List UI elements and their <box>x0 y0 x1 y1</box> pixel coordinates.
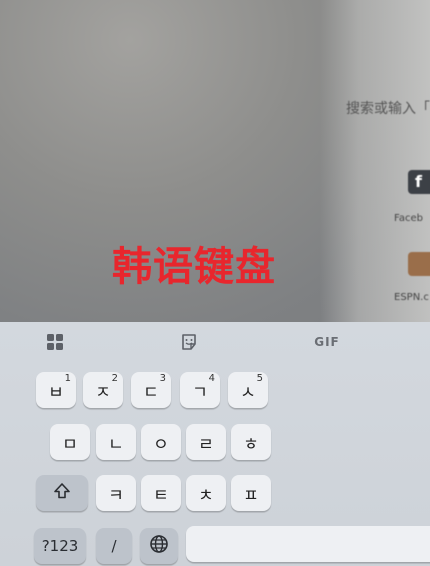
key-char: ㅋ <box>108 485 124 506</box>
key-jieut[interactable]: ㅈ 2 <box>83 372 123 408</box>
key-chieut[interactable]: ㅊ <box>186 475 226 511</box>
facebook-icon[interactable]: f <box>408 170 430 194</box>
key-char: ㅍ <box>243 485 259 506</box>
shift-icon <box>53 482 71 505</box>
keyboard-toolbar: GIF <box>0 322 430 362</box>
key-char: ㄴ <box>108 434 124 455</box>
key-number-hint: 4 <box>208 373 215 384</box>
space-key[interactable] <box>186 526 430 562</box>
key-char: ㄷ <box>143 382 159 403</box>
slash-label: / <box>111 537 117 555</box>
key-char: ㅌ <box>153 485 169 506</box>
key-char: ㅈ <box>95 382 111 403</box>
key-char: ㅅ <box>240 382 256 403</box>
key-number-hint: 5 <box>256 373 263 384</box>
key-mieum[interactable]: ㅁ <box>50 424 90 460</box>
key-siot[interactable]: ㅅ 5 <box>228 372 268 408</box>
key-char: ㅂ <box>48 382 64 403</box>
key-char: ㅇ <box>153 434 169 455</box>
globe-icon <box>149 534 169 559</box>
key-rieul[interactable]: ㄹ <box>186 424 226 460</box>
key-kieuk[interactable]: ㅋ <box>96 475 136 511</box>
key-number-hint: 3 <box>159 373 166 384</box>
key-nieun[interactable]: ㄴ <box>96 424 136 460</box>
key-number-hint: 1 <box>64 373 71 384</box>
grid-apps-icon[interactable] <box>42 330 68 354</box>
espn-icon[interactable] <box>408 252 430 276</box>
sticker-icon[interactable] <box>176 330 202 354</box>
shift-key[interactable] <box>36 475 88 511</box>
gif-button[interactable]: GIF <box>306 330 348 354</box>
key-char: ㅊ <box>198 485 214 506</box>
key-tieut[interactable]: ㅌ <box>141 475 181 511</box>
site-label-espn: ESPN.c <box>394 292 429 303</box>
key-char: ㄱ <box>192 382 208 403</box>
key-char: ㅎ <box>243 434 259 455</box>
key-bieup[interactable]: ㅂ 1 <box>36 372 76 408</box>
key-ieung[interactable]: ㅇ <box>141 424 181 460</box>
overlay-title: 韩语键盘 <box>112 244 276 290</box>
key-digeut[interactable]: ㄷ 3 <box>131 372 171 408</box>
key-char: ㄹ <box>198 434 214 455</box>
globe-key[interactable] <box>140 528 178 564</box>
key-number-hint: 2 <box>111 373 118 384</box>
key-pieup[interactable]: ㅍ <box>231 475 271 511</box>
symbols-label: ?123 <box>41 537 79 555</box>
site-label-facebook: Faceb <box>394 213 423 224</box>
slash-key[interactable]: / <box>96 528 132 564</box>
korean-keyboard: GIF ㅂ 1 ㅈ 2 ㄷ 3 ㄱ 4 ㅅ 5 ㅁ ㄴ ㅇ ㄹ ㅎ ㅋ ㅌ ㅊ … <box>0 322 430 566</box>
key-char: ㅁ <box>62 434 78 455</box>
symbols-key[interactable]: ?123 <box>34 528 86 564</box>
key-hieut[interactable]: ㅎ <box>231 424 271 460</box>
key-giyeok[interactable]: ㄱ 4 <box>180 372 220 408</box>
search-hint-text: 搜索或输入「 <box>346 101 430 117</box>
